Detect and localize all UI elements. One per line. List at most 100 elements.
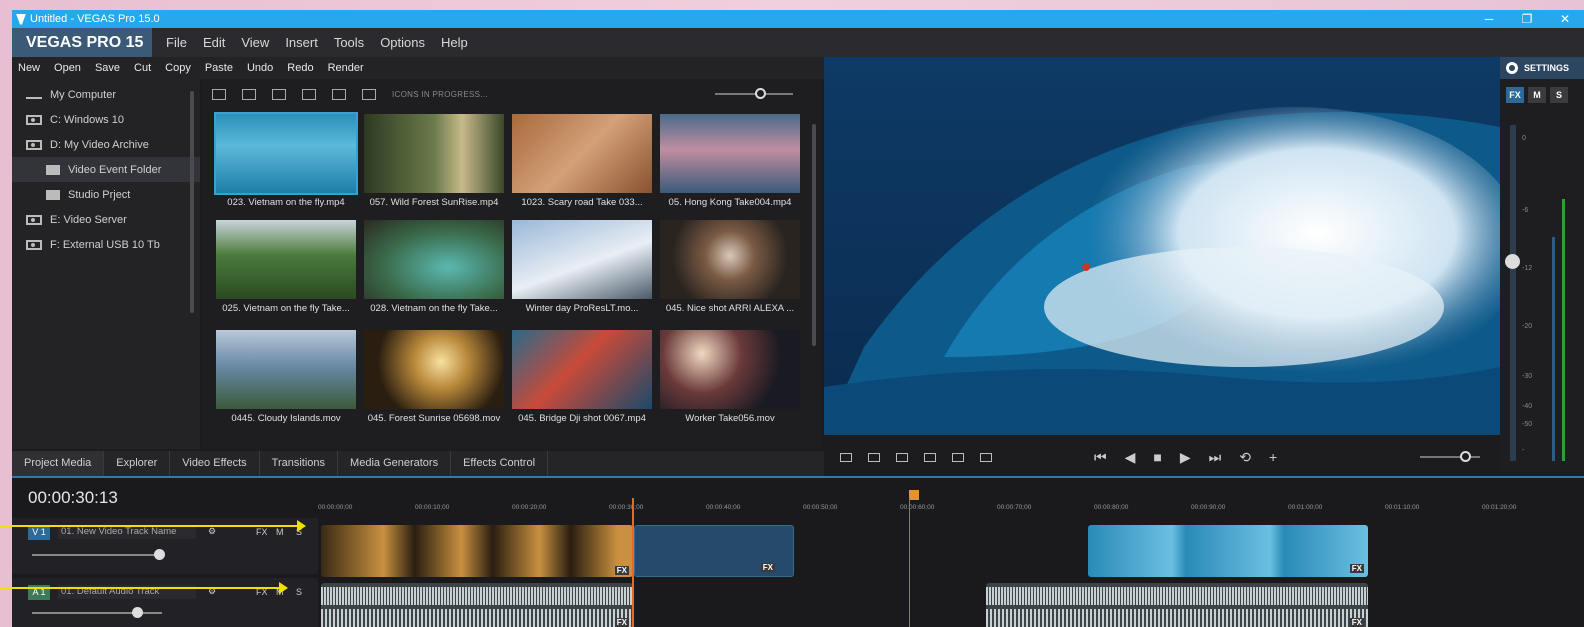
media-thumb[interactable]: 05. Hong Kong Take004.mp4 <box>660 114 800 208</box>
settings-header[interactable]: SETTINGS <box>1500 57 1584 79</box>
playhead[interactable] <box>632 498 634 627</box>
menu-edit[interactable]: Edit <box>195 35 233 50</box>
crop-icon[interactable] <box>868 452 880 462</box>
step-back-icon[interactable]: ◀ <box>1125 449 1136 466</box>
media-thumb[interactable]: 025. Vietnam on the fly Take... <box>216 220 356 314</box>
media-scrollbar[interactable] <box>812 124 816 346</box>
media-thumb[interactable]: 057. Wild Forest SunRise.mp4 <box>364 114 504 208</box>
track-fx-button[interactable]: FX <box>256 527 268 537</box>
render-button[interactable]: Render <box>328 62 364 74</box>
save-button[interactable]: Save <box>95 62 120 74</box>
paste-button[interactable]: Paste <box>205 62 233 74</box>
add-icon[interactable]: + <box>1269 449 1277 466</box>
menu-insert[interactable]: Insert <box>277 35 326 50</box>
cut-button[interactable]: Cut <box>134 62 151 74</box>
close-button[interactable]: ✕ <box>1546 10 1584 28</box>
video-clip[interactable]: FX <box>1088 525 1368 577</box>
audio-icon[interactable] <box>332 88 346 100</box>
minimize-button[interactable]: ─ <box>1470 10 1508 28</box>
split-view-icon[interactable] <box>302 88 316 100</box>
track-solo-button[interactable]: S <box>296 587 302 597</box>
go-to-end-icon[interactable]: ⏭ <box>1209 449 1222 466</box>
annotation-arrow <box>0 520 306 532</box>
audio-clip[interactable]: FX <box>321 583 633 627</box>
list-view-icon[interactable] <box>840 452 852 462</box>
menu-options[interactable]: Options <box>372 35 433 50</box>
icons-progress-text: ICONS IN PROGRESS... <box>392 89 488 99</box>
track-mute-button[interactable]: M <box>276 527 284 537</box>
preview-frame <box>824 57 1500 435</box>
tree-item-d-drive[interactable]: D: My Video Archive <box>12 132 200 157</box>
media-thumb[interactable]: 045. Bridge Dji shot 0067.mp4 <box>512 330 652 424</box>
tree-item-my-computer[interactable]: My Computer <box>12 82 200 107</box>
track-settings-icon[interactable]: ⚙ <box>208 526 216 537</box>
open-button[interactable]: Open <box>54 62 81 74</box>
explorer-scrollbar[interactable] <box>190 91 194 313</box>
video-clip[interactable]: FX <box>321 525 633 577</box>
audio-icon[interactable] <box>952 452 964 462</box>
fx-button[interactable]: FX <box>1506 87 1524 103</box>
slider-knob[interactable] <box>1460 451 1471 462</box>
tab-project-media[interactable]: Project Media <box>12 451 105 476</box>
computer-icon <box>26 91 42 99</box>
media-thumb[interactable]: Winter day ProResLT.mo... <box>512 220 652 314</box>
tab-explorer[interactable]: Explorer <box>104 451 171 476</box>
media-thumb[interactable]: 0445. Cloudy Islands.mov <box>216 330 356 424</box>
track-name-field[interactable]: 01. New Video Track Name <box>58 525 196 539</box>
new-button[interactable]: New <box>18 62 40 74</box>
loop-icon[interactable]: ⟲ <box>1239 449 1251 466</box>
solo-button[interactable]: S <box>1550 87 1568 103</box>
slider-knob[interactable] <box>755 88 766 99</box>
preview-zoom-slider[interactable] <box>1420 451 1480 462</box>
time-ruler[interactable]: 00:00:00;00 00:00:10;00 00:00:20;00 00:0… <box>318 502 1584 514</box>
menu-tools[interactable]: Tools <box>326 35 372 50</box>
tree-item-e-drive[interactable]: E: Video Server <box>12 207 200 232</box>
audio-track-header: A 1 01. Default Audio Track ⚙ FX M S <box>12 578 318 627</box>
tab-effects-control[interactable]: Effects Control <box>451 451 549 476</box>
play-icon[interactable]: ▶ <box>1180 449 1191 466</box>
media-thumb[interactable]: 023. Vietnam on the fly.mp4 <box>214 112 358 208</box>
image-icon[interactable] <box>980 452 992 462</box>
volume-fader-knob[interactable] <box>1505 254 1520 269</box>
copy-button[interactable]: Copy <box>165 62 191 74</box>
track-volume-slider[interactable] <box>32 607 162 618</box>
tree-item-studio-project[interactable]: Studio Prject <box>12 182 200 207</box>
media-thumb[interactable]: 045. Forest Sunrise 05698.mov <box>364 330 504 424</box>
monitor-icon[interactable] <box>896 452 908 462</box>
tree-item-c-drive[interactable]: C: Windows 10 <box>12 107 200 132</box>
monitor-icon[interactable] <box>272 88 286 100</box>
mute-button[interactable]: M <box>1528 87 1546 103</box>
track-opacity-slider[interactable] <box>32 549 165 560</box>
timeline-marker[interactable] <box>909 490 919 500</box>
video-clip-empty[interactable]: FX <box>634 525 794 577</box>
thumbnail-image <box>660 330 800 409</box>
menu-view[interactable]: View <box>233 35 277 50</box>
tree-item-f-drive[interactable]: F: External USB 10 Tb <box>12 232 200 257</box>
media-thumb[interactable]: 028. Vietnam on the fly Take... <box>364 220 504 314</box>
tab-video-effects[interactable]: Video Effects <box>170 451 260 476</box>
split-view-icon[interactable] <box>924 452 936 462</box>
drive-icon <box>26 114 42 125</box>
media-thumb[interactable]: 045. Nice shot ARRI ALEXA ... <box>660 220 800 314</box>
menu-file[interactable]: File <box>158 35 195 50</box>
explorer-tree: My Computer C: Windows 10 D: My Video Ar… <box>12 79 200 449</box>
slider-knob[interactable] <box>132 607 143 618</box>
thumbnail-image <box>216 220 356 299</box>
stop-icon[interactable]: ■ <box>1153 449 1161 466</box>
image-icon[interactable] <box>362 88 376 100</box>
tree-item-video-event-folder[interactable]: Video Event Folder <box>12 157 200 182</box>
media-thumb[interactable]: Worker Take056.mov <box>660 330 800 424</box>
tab-media-generators[interactable]: Media Generators <box>338 451 452 476</box>
redo-button[interactable]: Redo <box>287 62 313 74</box>
undo-button[interactable]: Undo <box>247 62 273 74</box>
tab-transitions[interactable]: Transitions <box>260 451 339 476</box>
slider-knob[interactable] <box>154 549 165 560</box>
audio-clip[interactable]: FX <box>986 583 1368 627</box>
thumbnail-size-slider[interactable] <box>715 88 793 99</box>
maximize-button[interactable]: ❐ <box>1508 10 1546 28</box>
media-thumb[interactable]: 1023. Scary road Take 033... <box>512 114 652 208</box>
menu-help[interactable]: Help <box>433 35 476 50</box>
crop-icon[interactable] <box>242 88 256 100</box>
go-to-start-icon[interactable]: ⏮ <box>1094 449 1107 466</box>
list-view-icon[interactable] <box>212 88 226 100</box>
